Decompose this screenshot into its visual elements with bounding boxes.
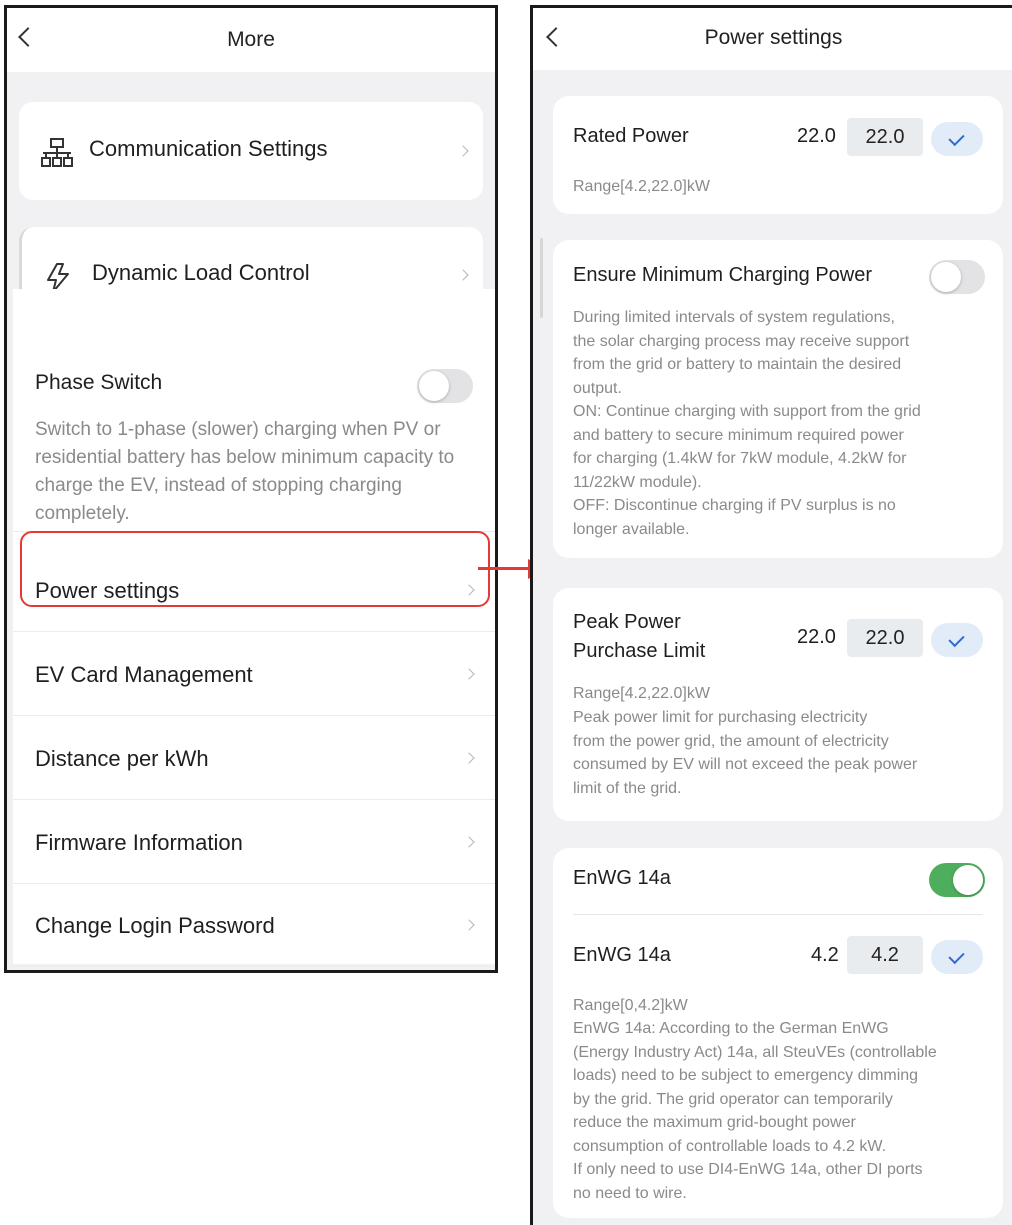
peak-power-value: 22.0 xyxy=(797,626,836,648)
confirm-check-icon[interactable] xyxy=(931,122,983,156)
page-title: More xyxy=(227,28,275,51)
chevron-right-icon xyxy=(463,752,475,764)
enwg-value: 4.2 xyxy=(811,944,839,966)
confirm-check-icon[interactable] xyxy=(931,623,983,657)
rated-power-range: Range[4.2,22.0]kW xyxy=(573,178,710,195)
description-line: consumed by EV will not exceed the peak … xyxy=(573,756,918,773)
description-line: (Energy Industry Act) 14a, all SteuVEs (… xyxy=(573,1043,937,1061)
menu-item-ev-card-management[interactable]: EV Card Management xyxy=(13,632,495,716)
peak-power-label-line2: Purchase Limit xyxy=(573,640,706,662)
peak-power-label-line1: Peak Power xyxy=(573,611,681,633)
rated-power-label: Rated Power xyxy=(573,125,689,147)
rated-power-card: Rated Power 22.0 22.0 Range[4.2,22.0]kW xyxy=(553,96,1003,214)
enwg-label: EnWG 14a xyxy=(573,944,671,966)
description-line: If only need to use DI4-EnWG 14a, other … xyxy=(573,1161,923,1178)
chevron-right-icon xyxy=(463,836,475,848)
phase-switch-section: Phase Switch Switch to 1-phase (slower) … xyxy=(13,289,495,532)
phase-switch-description: Switch to 1-phase (slower) charging when… xyxy=(35,419,455,524)
peak-power-range: Range[4.2,22.0]kW xyxy=(573,685,710,702)
peak-power-input[interactable]: 22.0 xyxy=(847,619,923,657)
menu-item-firmware-information[interactable]: Firmware Information xyxy=(13,800,495,884)
chevron-right-icon xyxy=(457,145,469,157)
menu-item-label: Distance per kWh xyxy=(35,746,209,771)
description-line: 11/22kW module). xyxy=(573,473,702,491)
enwg-card: EnWG 14a EnWG 14a 4.2 4.2 Range[0,4.2]kW… xyxy=(553,848,1003,1218)
divider xyxy=(573,914,983,915)
more-screen: More Communication Settings Dynamic Load… xyxy=(4,5,498,973)
power-settings-header: Power settings xyxy=(533,8,1012,70)
description-line: longer available. xyxy=(573,520,690,538)
description-line: the solar charging process may receive s… xyxy=(573,332,910,350)
menu-item-label: EV Card Management xyxy=(35,662,253,687)
description-line: During limited intervals of system regul… xyxy=(573,309,895,326)
power-settings-screen: Power settings Rated Power 22.0 22.0 Ran… xyxy=(530,5,1012,1225)
description-line: output. xyxy=(573,379,622,397)
peak-power-description: Peak power limit for purchasing electric… xyxy=(573,706,993,800)
description-line: from the grid or battery to maintain the… xyxy=(573,356,902,373)
ensure-min-charging-toggle[interactable] xyxy=(929,260,985,294)
menu-item-label: Firmware Information xyxy=(35,830,243,855)
arrow-line xyxy=(478,567,532,570)
menu-item-label: Change Login Password xyxy=(35,913,275,938)
peak-power-card: Peak Power Purchase Limit 22.0 22.0 Rang… xyxy=(553,588,1003,821)
ensure-min-charging-card: Ensure Minimum Charging Power During lim… xyxy=(553,240,1003,558)
more-header: More xyxy=(7,8,495,72)
ensure-min-charging-description: During limited intervals of system regul… xyxy=(573,306,993,541)
communication-settings-item[interactable]: Communication Settings xyxy=(19,102,483,200)
settings-list: Phase Switch Switch to 1-phase (slower) … xyxy=(13,289,495,967)
ensure-min-charging-label: Ensure Minimum Charging Power xyxy=(573,264,873,286)
menu-item-change-login-password[interactable]: Change Login Password xyxy=(13,883,495,967)
enwg-range: Range[0,4.2]kW xyxy=(573,997,688,1014)
description-line: from the power grid, the amount of elect… xyxy=(573,732,889,750)
phase-switch-label: Phase Switch xyxy=(35,371,163,394)
description-line: reduce the maximum grid-bought power xyxy=(573,1114,856,1131)
scrollbar[interactable] xyxy=(540,238,543,318)
chevron-right-icon xyxy=(463,668,475,680)
enwg-toggle[interactable] xyxy=(929,863,985,897)
chevron-right-icon xyxy=(457,269,469,281)
page-title: Power settings xyxy=(704,26,843,49)
enwg-input[interactable]: 4.2 xyxy=(847,936,923,974)
description-line: EnWG 14a: According to the German EnWG xyxy=(573,1020,889,1037)
description-line: OFF: Discontinue charging if PV surplus … xyxy=(573,497,896,514)
description-line: no need to wire. xyxy=(573,1184,687,1202)
dynamic-load-control-label: Dynamic Load Control xyxy=(92,260,310,285)
description-line: Peak power limit for purchasing electric… xyxy=(573,709,868,726)
rated-power-value: 22.0 xyxy=(797,125,836,147)
communication-settings-label: Communication Settings xyxy=(89,136,328,161)
description-line: consumption of controllable loads to 4.2… xyxy=(573,1137,887,1155)
description-line: loads) need to be subject to emergency d… xyxy=(573,1067,919,1084)
description-line: ON: Continue charging with support from … xyxy=(573,403,921,420)
description-line: limit of the grid. xyxy=(573,779,682,797)
enwg-description: EnWG 14a: According to the German EnWG (E… xyxy=(573,1017,1003,1205)
phase-switch-toggle[interactable] xyxy=(417,369,473,403)
menu-item-distance-per-kwh[interactable]: Distance per kWh xyxy=(13,716,495,800)
description-line: by the grid. The grid operator can tempo… xyxy=(573,1090,893,1108)
description-line: for charging (1.4kW for 7kW module, 4.2k… xyxy=(573,450,907,467)
power-settings-highlight xyxy=(20,531,490,607)
enwg-toggle-label: EnWG 14a xyxy=(573,867,671,889)
confirm-check-icon[interactable] xyxy=(931,940,983,974)
network-icon xyxy=(41,138,73,167)
rated-power-input[interactable]: 22.0 xyxy=(847,118,923,156)
description-line: and battery to secure minimum required p… xyxy=(573,426,904,444)
chevron-right-icon xyxy=(463,919,475,931)
